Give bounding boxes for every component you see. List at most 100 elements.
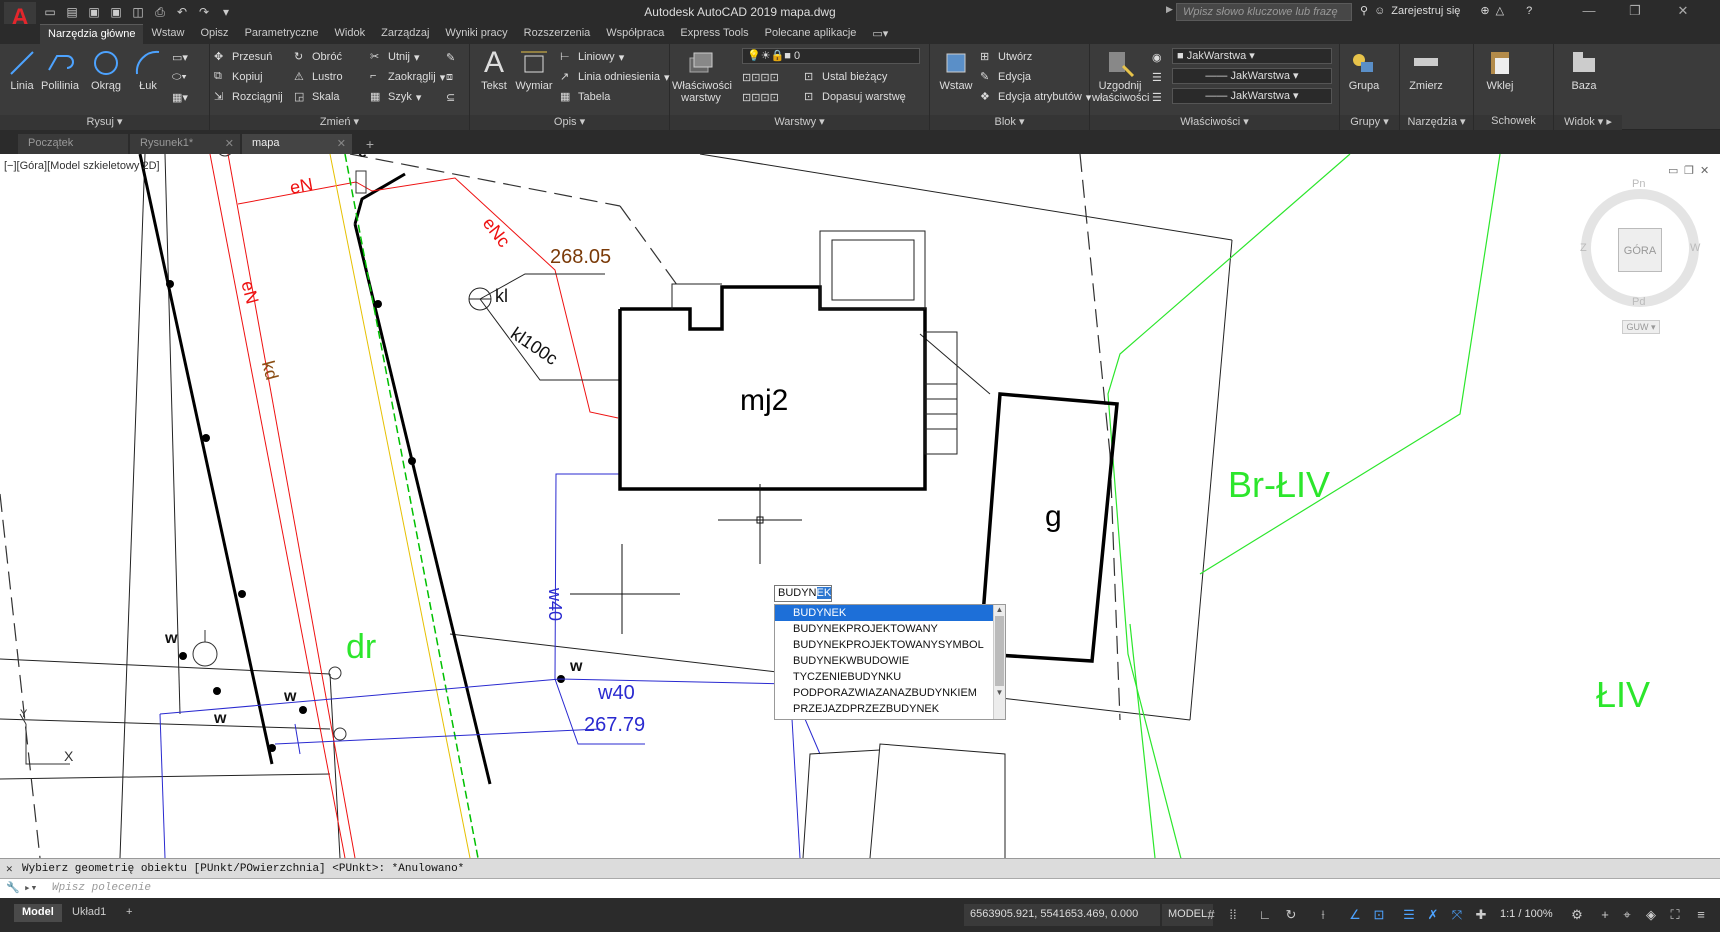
tab-manage[interactable]: Zarządzaj [373,24,437,44]
panel-utilities-title[interactable]: Narzędzia ▾ [1400,115,1473,130]
osnap-tracking-icon[interactable]: ∠ [1346,906,1364,924]
autocomplete-item[interactable]: BUDYNEKWBUDOWIE [775,653,1005,669]
maximize-button[interactable]: ❐ [1612,0,1658,24]
lineweight-toggle-icon[interactable]: ☰ [1400,906,1418,924]
measure-tool[interactable]: Zmierz [1404,48,1448,92]
polar-icon[interactable]: ↻ [1282,906,1300,924]
array-tool[interactable]: ▦ Szyk ▾ [370,88,421,106]
text-tool[interactable]: A Tekst [472,48,516,93]
autocomplete-item[interactable]: BUDYNEKPROJEKTOWANY [775,621,1005,637]
insert-block-tool[interactable]: Wstaw [934,48,978,92]
workspace-gear-icon[interactable]: ⚙ [1568,906,1586,924]
clean-screen-icon[interactable]: ⛶ [1666,906,1684,924]
hardware-accel-icon[interactable]: ◈ [1642,906,1660,924]
tab-annotate[interactable]: Opisz [192,24,236,44]
tab-insert[interactable]: Wstaw [143,24,192,44]
dimension-tool[interactable]: Wymiar [512,48,556,92]
transparency-icon[interactable]: ✗ [1424,906,1442,924]
coordinates-readout[interactable]: 6563905.921, 5541653.469, 0.000 [964,904,1160,926]
web-icon[interactable]: ◫ [130,4,146,20]
doc-tab-drawing1[interactable]: Rysunek1* ✕ [130,134,240,154]
explode-icon[interactable]: ⧈ [446,68,453,86]
isolate-objects-icon[interactable]: ⌖ [1618,906,1636,924]
group-tool[interactable]: Grupa [1342,48,1386,92]
gradient-icon[interactable]: ▦▾ [172,88,188,106]
edit-block-tool[interactable]: ✎ Edycja [980,68,1031,86]
viewcube[interactable]: Pn Pd Z W GÓRA GUW ▾ [1580,174,1720,334]
help-icon[interactable]: ? [1526,5,1532,17]
selection-cycling-icon[interactable]: ⤧ [1448,906,1466,924]
viewport-controls[interactable]: [−][Góra][Model szkieletowy 2D] [4,160,160,172]
close-tab-icon[interactable]: ✕ [225,137,234,150]
viewcube-east[interactable]: W [1690,242,1700,254]
panel-block-title[interactable]: Blok ▾ [930,115,1089,130]
open-folder-icon[interactable]: ▤ [64,4,80,20]
panel-draw-title[interactable]: Rysuj ▾ [0,115,209,130]
a360-icon[interactable]: △ [1496,4,1504,17]
cmd-close-icon[interactable]: ✕ [6,862,13,876]
make-current-tool[interactable]: ⊡ Ustal bieżący [804,68,887,86]
osnap-icon[interactable]: ⊡ [1370,906,1388,924]
command-autocomplete-input[interactable]: BUDYNEK [774,585,832,602]
customization-icon[interactable]: ≡ [1692,906,1710,924]
autocomplete-item[interactable]: PODPORAZWIAZANAZBUDYNKIEM [775,685,1005,701]
tab-express-tools[interactable]: Express Tools [672,24,756,44]
layer-tools-row[interactable]: ⊡⊡⊡⊡ [742,68,779,86]
offset-icon[interactable]: ⊆ [446,88,455,106]
annotate-plus-icon[interactable]: + [1596,906,1614,924]
autocomplete-item[interactable]: PRZEJAZDPRZEZBUDYNEK [775,701,1005,717]
autocomplete-item[interactable]: BUDYNEK [775,605,1005,621]
new-file-icon[interactable]: ▭ [42,4,58,20]
annotation-monitor-icon[interactable]: ✚ [1472,906,1490,924]
tab-collaborate[interactable]: Współpraca [598,24,672,44]
minimize-button[interactable]: — [1566,0,1612,24]
tab-layout1[interactable]: Układ1 [64,904,114,922]
cmd-prompt-icon[interactable]: ▸▾ [24,881,37,895]
undo-icon[interactable]: ↶ [174,4,190,20]
qat-dropdown-icon[interactable]: ▾ [218,4,234,20]
match-properties-tool[interactable]: Uzgodnij właściwości [1092,48,1149,104]
ucs-menu-button[interactable]: GUW ▾ [1622,320,1660,334]
tab-view[interactable]: Widok [327,24,374,44]
paste-tool[interactable]: Wklej [1478,48,1522,92]
drawing-canvas[interactable]: eN eN eNc kd kl kl100c 268.05 267.79 mj2… [0,154,1720,858]
save-as-icon[interactable]: ▣ [108,4,124,20]
rotate-tool[interactable]: ↻ Obróć [294,48,342,66]
tab-addins[interactable]: Rozszerzenia [516,24,599,44]
close-tab-icon[interactable]: ✕ [337,137,346,150]
linear-dim-tool[interactable]: ⊢ Liniowy ▾ [560,48,624,66]
viewcube-south[interactable]: Pd [1632,296,1645,308]
panel-properties-title[interactable]: Właściwości ▾ [1090,115,1339,130]
move-tool[interactable]: ✥ Przesuń [214,48,272,66]
isodraft-icon[interactable]: ⟊ [1314,906,1332,924]
tab-featured-apps[interactable]: Polecane aplikacje [757,24,865,44]
scale-tool[interactable]: ◲ Skala [294,88,340,106]
polyline-tool[interactable]: Polilinia [38,48,82,92]
color-dropdown[interactable]: ■ JakWarstwa ▾ [1172,48,1332,64]
search-expand-icon[interactable]: ▶ [1166,4,1173,15]
match-layer-tool[interactable]: ⊡ Dopasuj warstwę [804,88,906,106]
save-icon[interactable]: ▣ [86,4,102,20]
tab-model[interactable]: Model [14,904,62,922]
cmd-customize-icon[interactable]: 🔧 [6,881,20,895]
panel-modify-title[interactable]: Zmień ▾ [210,115,469,130]
rectangle-icon[interactable]: ▭▾ [172,48,188,66]
ribbon-minimize-icon[interactable]: ▭▾ [864,24,896,44]
panel-view-title[interactable]: Widok ▾ ▸ [1554,115,1622,130]
linetype-dropdown[interactable]: —— JakWarstwa ▾ [1172,68,1332,84]
scroll-up-icon[interactable]: ▲ [994,605,1005,614]
create-block-tool[interactable]: ⊞ Utwórz [980,48,1032,66]
grid-icon[interactable]: # [1202,906,1220,924]
close-button[interactable]: ✕ [1660,0,1706,24]
erase-icon[interactable]: ✎ [446,48,455,66]
search-input[interactable]: Wpisz słowo kluczowe lub frazę [1176,3,1352,21]
layer-dropdown[interactable]: 💡☀🔒■ 0 [742,48,920,64]
ortho-icon[interactable]: ∟ [1256,906,1274,924]
scroll-down-icon[interactable]: ▼ [994,688,1005,697]
layer-properties-tool[interactable]: Właściwości warstwy [672,48,732,104]
autocomplete-scrollbar[interactable]: ▲ ▼ [993,605,1005,719]
table-tool[interactable]: ▦ Tabela [560,88,610,106]
mirror-tool[interactable]: ⚠ Lustro [294,68,343,86]
edit-attributes-tool[interactable]: ❖ Edycja atrybutów ▾ [980,88,1091,106]
cart-icon[interactable]: ⊕ [1480,4,1489,17]
